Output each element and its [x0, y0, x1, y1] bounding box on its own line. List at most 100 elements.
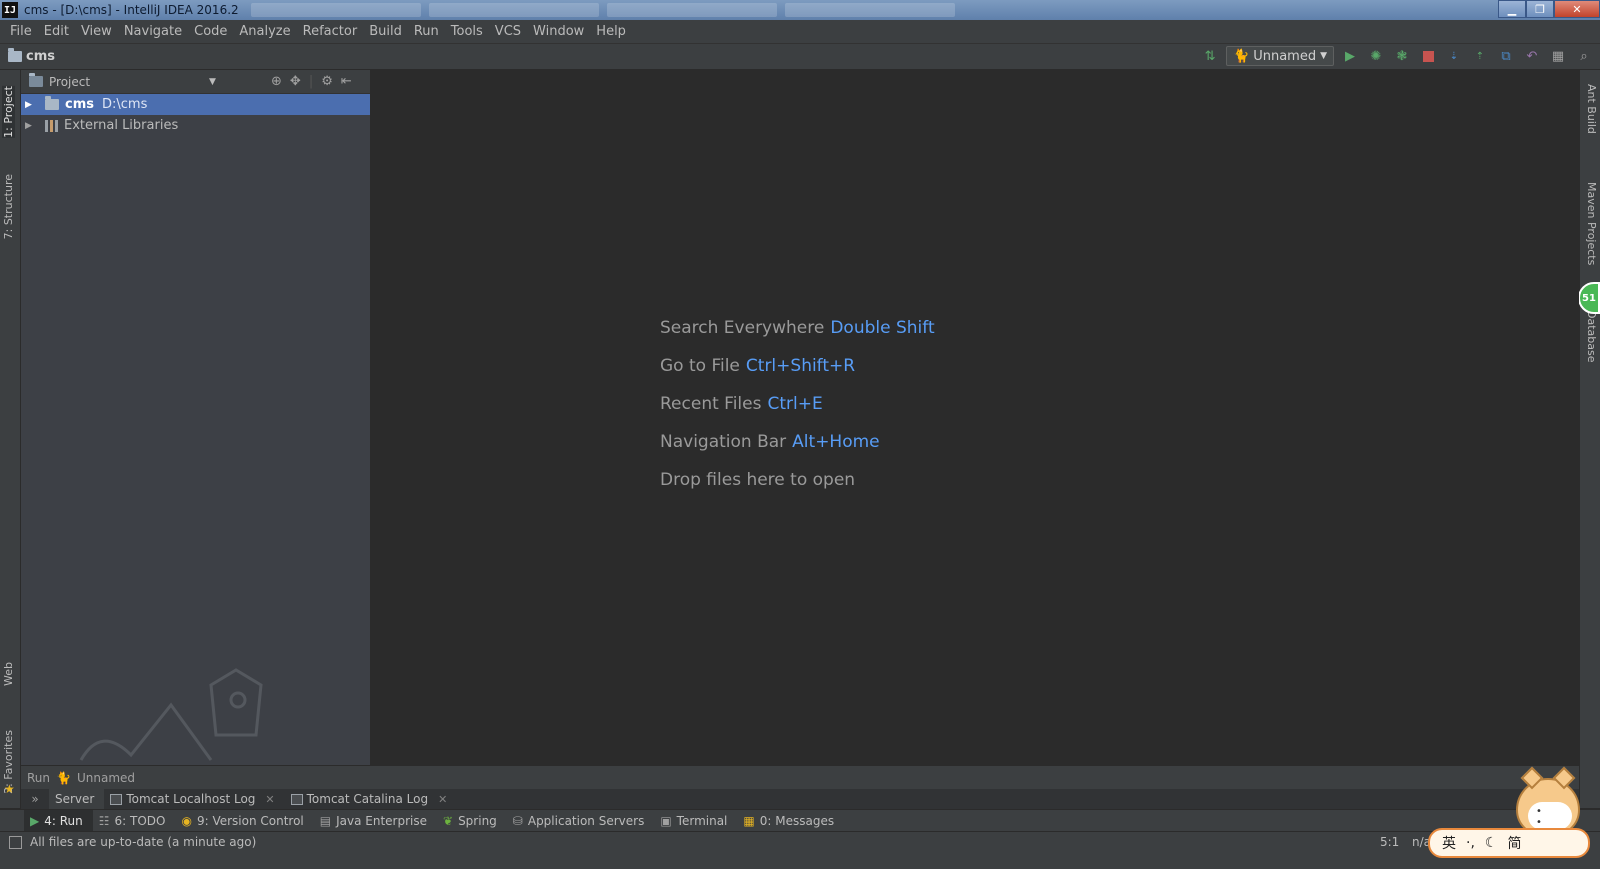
tab-structure[interactable]: 7: Structure [2, 174, 15, 239]
breadcrumb[interactable]: cms [8, 48, 55, 64]
minimize-button[interactable]: ▁ [1498, 0, 1526, 18]
restore-button[interactable]: ❐ [1526, 0, 1554, 18]
project-panel-header: Project ▼ ⊕ ✥ | ⚙ ⇤ [21, 70, 370, 94]
tool-window-label: Terminal [676, 813, 728, 828]
expand-arrow-icon[interactable]: ▶ [25, 100, 39, 110]
sort-arrows-icon[interactable]: ⇅ [1200, 46, 1220, 66]
window-controls: ▁ ❐ ✕ [1498, 0, 1600, 18]
tab-web[interactable]: Web [2, 662, 15, 686]
vcs-update-icon[interactable]: ⇣ [1444, 46, 1464, 66]
chevron-down-icon[interactable]: ▼ [209, 77, 216, 87]
hint-label: Navigation Bar [660, 432, 787, 452]
menu-vcs[interactable]: VCS [489, 24, 527, 39]
background-sketch [79, 668, 263, 761]
tree-item-external-libraries[interactable]: ▶ External Libraries [21, 115, 370, 136]
menu-window[interactable]: Window [527, 24, 590, 39]
caret-position[interactable]: 5:1 [1380, 835, 1399, 849]
hint-shortcut: Ctrl+E [767, 394, 823, 414]
vcs-history-icon[interactable]: ⧉ [1496, 46, 1516, 66]
debug-icon[interactable]: ✺ [1366, 46, 1386, 66]
run-config-selector[interactable]: 🐈 Unnamed ▼ [1226, 46, 1334, 66]
project-structure-icon[interactable]: ▦ [1548, 46, 1568, 66]
menu-edit[interactable]: Edit [38, 24, 75, 39]
project-folder-icon [8, 48, 22, 62]
revert-icon[interactable]: ↶ [1522, 46, 1542, 66]
vcs-icon: ◉ [181, 813, 192, 828]
tool-window-version-control[interactable]: ◉ 9: Version Control [175, 810, 313, 832]
terminal-icon: ▣ [660, 813, 672, 828]
editor-empty-state[interactable]: Search Everywhere Double Shift Go to File… [372, 70, 1579, 765]
tool-window-label: Application Servers [527, 813, 645, 828]
status-message[interactable]: All files are up-to-date (a minute ago) [30, 835, 256, 849]
tool-window-spring[interactable]: ❦ Spring [437, 810, 507, 832]
hide-panel-icon[interactable]: ⇤ [341, 74, 352, 89]
expand-arrow-icon[interactable]: ▶ [25, 121, 39, 131]
run-panel-config[interactable]: Unnamed [77, 771, 135, 785]
search-icon[interactable]: ⌕ [1574, 46, 1594, 66]
tool-window-terminal[interactable]: ▣ Terminal [654, 810, 737, 832]
main-toolbar: ⇅ 🐈 Unnamed ▼ ▶ ✺ ❃ ⇣ ⇡ ⧉ ↶ ▦ ⌕ [1200, 46, 1594, 66]
tree-item-label: External Libraries [64, 118, 179, 133]
tool-window-todo[interactable]: ☷ 6: TODO [93, 810, 176, 832]
menu-code[interactable]: Code [188, 24, 233, 39]
close-icon[interactable]: ✕ [438, 793, 447, 806]
tool-windows-toggle-icon[interactable] [9, 836, 22, 849]
project-panel-tools: ⊕ ✥ | ⚙ ⇤ [271, 74, 352, 89]
tomcat-icon: 🐈 [1233, 48, 1250, 64]
tab-label: Server [55, 792, 95, 806]
hint-label: Drop files here to open [660, 470, 856, 490]
collapse-all-icon[interactable]: ✥ [290, 74, 301, 89]
run-panel-label: Run [27, 770, 51, 785]
tab-server[interactable]: Server [49, 789, 105, 809]
project-panel-title: Project [49, 74, 91, 89]
menu-help[interactable]: Help [590, 24, 632, 39]
tab-tomcat-catalina-log[interactable]: Tomcat Catalina Log ✕ [285, 789, 458, 809]
tree-item-cms[interactable]: ▶ cms D:\cms [21, 94, 370, 115]
notification-badge[interactable]: 51 [1578, 282, 1600, 314]
close-icon[interactable]: ✕ [265, 793, 274, 806]
close-button[interactable]: ✕ [1554, 0, 1600, 18]
tab-tomcat-localhost-log[interactable]: Tomcat Localhost Log ✕ [104, 789, 284, 809]
tool-window-label: Java Enterprise [336, 813, 427, 828]
tab-database[interactable]: Database [1585, 310, 1598, 363]
tool-window-application-servers[interactable]: ⛁ Application Servers [507, 810, 655, 832]
hint-label: Recent Files [660, 394, 762, 414]
tab-maven-projects[interactable]: Maven Projects [1585, 182, 1598, 265]
ime-punctuation-icon[interactable]: ·, [1466, 835, 1475, 851]
menu-refactor[interactable]: Refactor [297, 24, 364, 39]
menu-navigate[interactable]: Navigate [118, 24, 188, 39]
tool-window-java-enterprise[interactable]: ▤ Java Enterprise [314, 810, 437, 832]
menu-tools[interactable]: Tools [445, 24, 489, 39]
tab-ant-build[interactable]: Ant Build [1585, 84, 1598, 134]
menu-file[interactable]: File [4, 24, 38, 39]
ime-simplified-toggle[interactable]: 简 [1507, 833, 1521, 853]
tab-project[interactable]: 1: Project [2, 86, 15, 138]
vcs-commit-icon[interactable]: ⇡ [1470, 46, 1490, 66]
menu-build[interactable]: Build [363, 24, 408, 39]
run-icon[interactable]: ▶ [1340, 46, 1360, 66]
menu-view[interactable]: View [75, 24, 118, 39]
project-tool-window: Project ▼ ⊕ ✥ | ⚙ ⇤ ▶ cms D:\cms ▶ Exter… [21, 70, 371, 765]
expand-tabs-icon[interactable]: » [21, 792, 49, 806]
project-view-selector[interactable]: Project [29, 73, 225, 89]
menu-run[interactable]: Run [408, 24, 445, 39]
hint-label: Search Everywhere [660, 318, 825, 338]
tab-label: Tomcat Localhost Log [126, 792, 256, 806]
tool-window-label: 9: Version Control [196, 813, 304, 828]
scroll-from-source-icon[interactable]: ⊕ [271, 74, 282, 89]
gear-icon[interactable]: ⚙ [321, 74, 333, 89]
window-title: cms - [D:\cms] - IntelliJ IDEA 2016.2 [24, 3, 239, 17]
tool-windows-bar: ▶ 4: Run ☷ 6: TODO ◉ 9: Version Control … [0, 809, 1600, 832]
ime-toolbar[interactable]: 英 ·, ☾ 简 [1428, 828, 1590, 858]
moon-icon[interactable]: ☾ [1485, 835, 1498, 851]
menu-analyze[interactable]: Analyze [233, 24, 296, 39]
stop-icon[interactable] [1418, 46, 1438, 66]
left-tool-stripe: 1: Project 7: Structure Web 2: Favorites… [0, 70, 21, 808]
ime-mascot-widget[interactable]: • • 英 ·, ☾ 简 [1428, 766, 1590, 860]
tool-window-run[interactable]: ▶ 4: Run [24, 809, 93, 832]
breadcrumb-project[interactable]: cms [26, 49, 55, 64]
ime-language-toggle[interactable]: 英 [1442, 833, 1456, 853]
tool-window-messages[interactable]: ▦ 0: Messages [737, 810, 844, 832]
run-panel-tabs: » Server Tomcat Localhost Log ✕ Tomcat C… [21, 789, 1579, 809]
coverage-icon[interactable]: ❃ [1392, 46, 1412, 66]
